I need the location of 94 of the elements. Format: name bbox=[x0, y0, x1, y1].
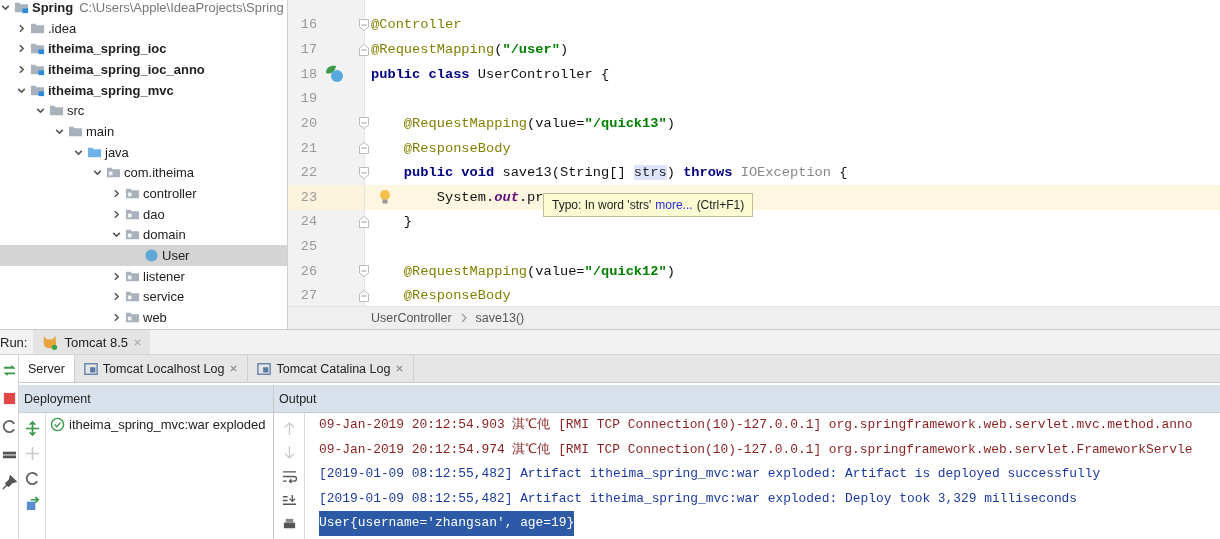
refresh-icon[interactable] bbox=[1, 419, 17, 434]
line-number: 22 bbox=[299, 165, 317, 181]
line-number: 17 bbox=[299, 42, 317, 58]
tool-tab[interactable]: Tomcat Localhost Log bbox=[74, 355, 249, 382]
code-line: @ResponseBody bbox=[403, 140, 511, 156]
line-number: 27 bbox=[299, 288, 317, 304]
rerun-icon[interactable] bbox=[1, 363, 17, 378]
code-line: @ResponseBody bbox=[403, 288, 511, 304]
log-icon bbox=[83, 361, 98, 376]
check-icon bbox=[50, 417, 65, 432]
folder-icon bbox=[30, 41, 45, 57]
tree-item[interactable]: User bbox=[0, 245, 287, 266]
code-line: @Controller bbox=[371, 17, 462, 33]
tree-label: com.itheima bbox=[124, 165, 195, 181]
stop-icon[interactable] bbox=[1, 391, 17, 406]
breadcrumb-item[interactable]: UserController bbox=[371, 311, 452, 325]
console-line: 09-Jan-2019 20:12:54.974 淇℃伅 [RMI TCP Connection(10)-127.0.0.1] org.springframework.web.servlet.FrameworkServle bbox=[319, 440, 1193, 459]
line-number: 26 bbox=[299, 263, 317, 279]
tree-item[interactable]: domain bbox=[0, 224, 287, 246]
console-line: [2019-01-09 08:12:55,482] Artifact itheima_spring_mvc:war exploded: Artifact is deployed successfully bbox=[319, 465, 1101, 483]
tree-label: dao bbox=[143, 206, 165, 222]
run-tab[interactable]: Tomcat 8.5 bbox=[33, 330, 151, 354]
deploy-icon[interactable] bbox=[24, 421, 40, 436]
tree-item[interactable]: itheima_spring_ioc_anno bbox=[0, 59, 287, 80]
log-icon bbox=[257, 361, 272, 376]
tree-label: User bbox=[162, 248, 190, 264]
console-line: 09-Jan-2019 20:12:54.903 淇℃伅 [RMI TCP Connection(10)-127.0.0.1] org.springframework.web.servlet.mvc.method.anno bbox=[319, 416, 1193, 434]
code-line: @RequestMapping(value="/quick12") bbox=[403, 263, 675, 279]
panel-header: Output bbox=[274, 385, 1220, 413]
tree-item[interactable]: com.itheima bbox=[0, 162, 287, 184]
lightbulb-icon[interactable] bbox=[379, 189, 391, 206]
tree-label: service bbox=[143, 289, 185, 305]
tree-item[interactable]: src bbox=[0, 100, 287, 122]
line-number: 19 bbox=[299, 91, 317, 107]
undeploy-icon bbox=[24, 446, 40, 461]
deployment-item[interactable]: itheima_spring_mvc:war exploded bbox=[50, 417, 269, 432]
tree-item[interactable]: .idea bbox=[0, 17, 287, 39]
pin-icon[interactable] bbox=[1, 475, 17, 490]
tree-label: itheima_spring_ioc_anno bbox=[48, 61, 205, 77]
tree-label: main bbox=[86, 123, 115, 139]
tree-item[interactable]: itheima_spring_ioc bbox=[0, 38, 287, 60]
line-number: 23 bbox=[299, 189, 317, 205]
tree-label: domain bbox=[143, 227, 186, 243]
close-icon[interactable] bbox=[395, 364, 405, 373]
tree-label: listener bbox=[143, 268, 185, 284]
code-line: @RequestMapping(value="/quick13") bbox=[403, 115, 675, 131]
tree-label: itheima_spring_mvc bbox=[48, 82, 174, 98]
more-link[interactable]: more... bbox=[655, 198, 693, 212]
tree-label: Spring bbox=[32, 0, 74, 15]
tree-item[interactable]: web bbox=[0, 307, 287, 328]
tree-label: web bbox=[143, 310, 167, 326]
refresh-icon[interactable] bbox=[24, 471, 40, 486]
scroll-end-icon[interactable] bbox=[281, 493, 297, 508]
tree-item[interactable]: main bbox=[0, 121, 287, 142]
line-number: 18 bbox=[299, 66, 317, 82]
tree-item[interactable]: listener bbox=[0, 265, 287, 287]
project-path: C:\Users\Apple\IdeaProjects\Spring bbox=[79, 0, 284, 15]
tree-item[interactable]: service bbox=[0, 286, 287, 308]
panel-header: Deployment bbox=[19, 385, 273, 413]
code-line: @RequestMapping("/user") bbox=[371, 42, 569, 58]
line-number: 16 bbox=[299, 17, 317, 33]
wrap-icon[interactable] bbox=[281, 469, 297, 484]
code-line: public class UserController { bbox=[371, 66, 610, 82]
console-line: [2019-01-09 08:12:55,482] Artifact itheima_spring_mvc:war exploded: Deploy took 3,329 milliseconds bbox=[319, 489, 1078, 508]
tree-label: .idea bbox=[48, 20, 77, 36]
code-line: public void save13(String[] strs) throws IOException { bbox=[403, 165, 848, 181]
tooltip-text: Typo: In word 'strs' bbox=[552, 198, 652, 212]
cat-icon bbox=[41, 334, 60, 350]
code-line: System.out.pr bbox=[436, 189, 544, 205]
tree-item[interactable]: java bbox=[0, 141, 287, 163]
folder-icon bbox=[14, 0, 29, 15]
tree-label: java bbox=[105, 144, 129, 160]
tree-item[interactable]: itheima_spring_mvc bbox=[0, 79, 287, 101]
class-icon bbox=[144, 248, 159, 264]
leaf-icon[interactable] bbox=[324, 64, 344, 85]
breadcrumb-item[interactable]: save13() bbox=[475, 311, 525, 325]
tree-item[interactable]: dao bbox=[0, 203, 287, 225]
shortcut-hint: (Ctrl+F1) bbox=[696, 198, 745, 212]
line-number: 21 bbox=[299, 140, 317, 156]
tree-label: controller bbox=[143, 186, 197, 202]
line-number: 25 bbox=[299, 239, 317, 255]
close-icon[interactable] bbox=[229, 364, 239, 373]
code-line: } bbox=[403, 214, 413, 230]
tool-tab[interactable]: Tomcat Catalina Log bbox=[248, 355, 415, 382]
artifact-icon[interactable] bbox=[24, 496, 40, 511]
line-number: 20 bbox=[299, 115, 317, 131]
tree-label: itheima_spring_ioc bbox=[48, 41, 167, 57]
chevron-icon bbox=[459, 313, 468, 323]
tree-label: src bbox=[67, 103, 85, 119]
line-number: 24 bbox=[299, 214, 317, 230]
tree-item[interactable]: controller bbox=[0, 183, 287, 204]
run-label: Run: bbox=[0, 334, 29, 350]
tool-tab[interactable]: Server bbox=[19, 355, 75, 382]
tree-item[interactable]: Spring C:\Users\Apple\IdeaProjects\Spring bbox=[0, 0, 287, 18]
